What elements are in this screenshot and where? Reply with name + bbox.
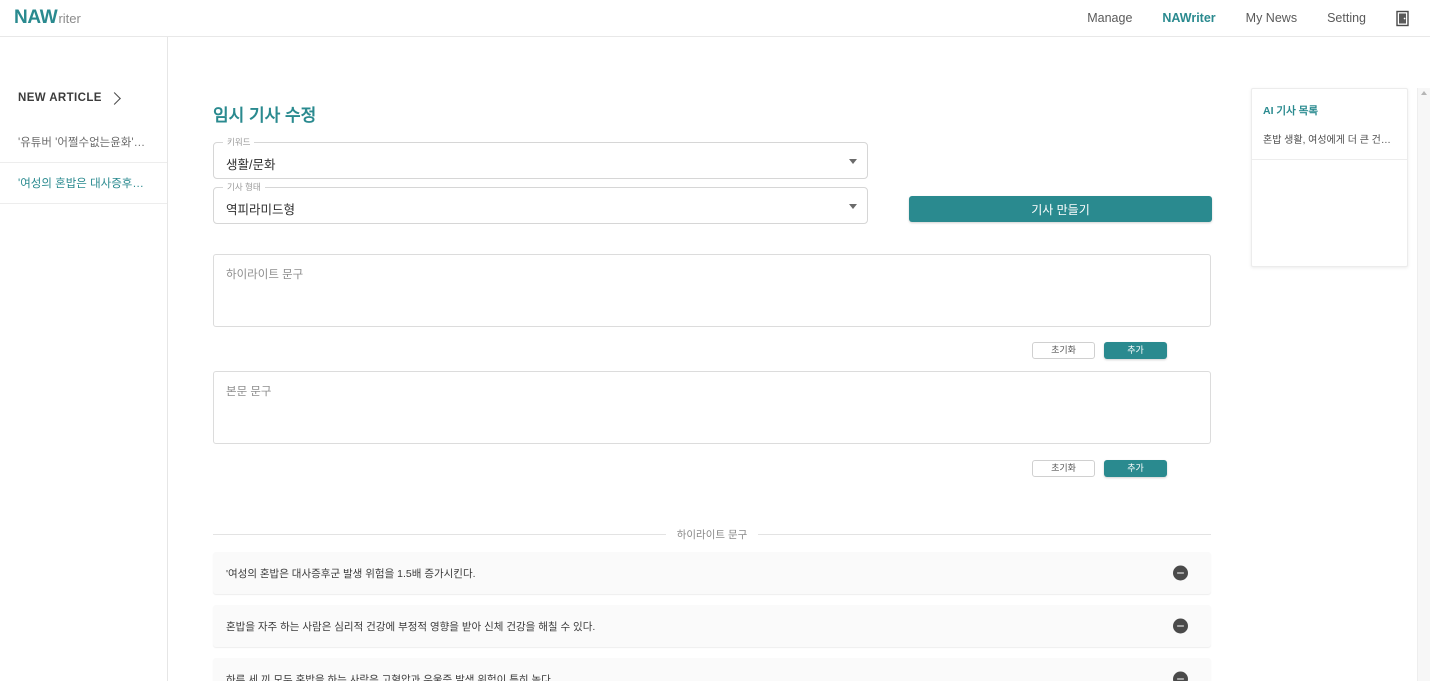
- page-title: 임시 기사 수정: [213, 106, 317, 125]
- highlight-textarea[interactable]: 하이라이트 문구: [213, 254, 1211, 327]
- nav-item-setting[interactable]: Setting: [1327, 11, 1366, 25]
- dropdown-arrow-icon: [849, 159, 857, 164]
- highlight-card-text: 하루 세 끼 모두 혼밥을 하는 사람은 고혈압과 우울증 발생 위험이 특히 …: [226, 673, 554, 681]
- body-reset-button[interactable]: 초기화: [1032, 460, 1095, 477]
- highlight-card-text: '여성의 혼밥은 대사증후군 발생 위험을 1.5배 증가시킨다.: [226, 567, 476, 580]
- body-textarea[interactable]: 본문 문구: [213, 371, 1211, 444]
- minus-circle-icon[interactable]: [1173, 565, 1188, 581]
- highlight-textarea-placeholder: 하이라이트 문구: [226, 269, 304, 281]
- body-textarea-placeholder: 본문 문구: [226, 386, 272, 398]
- article-type-select-value: 역피라미드형: [226, 203, 296, 217]
- article-list: '유튜버 '어쩔수없는윤화'가 논산 … '여성의 혼밥은 대사증후군 발생 …: [0, 122, 167, 204]
- logo-primary-text: NAW: [14, 7, 58, 28]
- highlight-card-list: '여성의 혼밥은 대사증후군 발생 위험을 1.5배 증가시킨다. 혼밥을 자주…: [213, 552, 1211, 681]
- nav-item-my-news[interactable]: My News: [1246, 11, 1297, 25]
- minus-circle-icon[interactable]: [1173, 671, 1188, 681]
- ai-article-list-item[interactable]: 혼밥 생활, 여성에게 더 큰 건…: [1252, 118, 1407, 160]
- ai-article-list-panel: AI 기사 목록 혼밥 생활, 여성에게 더 큰 건…: [1251, 88, 1408, 267]
- highlight-card: 하루 세 끼 모두 혼밥을 하는 사람은 고혈압과 우울증 발생 위험이 특히 …: [213, 658, 1211, 681]
- highlight-add-button[interactable]: 추가: [1104, 342, 1167, 359]
- divider-line-left: [213, 534, 666, 535]
- new-article-button[interactable]: NEW ARTICLE: [0, 37, 167, 105]
- ai-article-list-title: AI 기사 목록: [1263, 105, 1318, 117]
- create-article-button[interactable]: 기사 만들기: [909, 196, 1212, 222]
- divider-label: 하이라이트 문구: [676, 529, 748, 541]
- sidebar-article-item-1[interactable]: '유튜버 '어쩔수없는윤화'가 논산 …: [0, 122, 167, 163]
- dropdown-arrow-icon: [849, 204, 857, 209]
- top-navigation-bar: NAW riter Manage NAWriter My News Settin…: [0, 0, 1430, 37]
- highlight-card-text: 혼밥을 자주 하는 사람은 심리적 건강에 부정적 영향을 받아 신체 건강을 …: [226, 620, 596, 633]
- highlight-card: 혼밥을 자주 하는 사람은 심리적 건강에 부정적 영향을 받아 신체 건강을 …: [213, 605, 1211, 647]
- keyword-select-value: 생활/문화: [226, 158, 276, 172]
- app-logo[interactable]: NAW riter: [14, 7, 81, 29]
- highlight-section-divider: 하이라이트 문구: [213, 527, 1212, 542]
- highlight-card: '여성의 혼밥은 대사증후군 발생 위험을 1.5배 증가시킨다.: [213, 552, 1211, 594]
- keyword-select-label: 키워드: [223, 137, 255, 147]
- exit-door-icon[interactable]: [1396, 10, 1412, 27]
- sidebar-article-item-2[interactable]: '여성의 혼밥은 대사증후군 발생 …: [0, 163, 167, 204]
- body-add-button[interactable]: 추가: [1104, 460, 1167, 477]
- page-scrollbar[interactable]: [1417, 88, 1430, 681]
- highlight-button-row: 초기화 추가: [1032, 342, 1167, 359]
- main-content: 임시 기사 수정 키워드 생활/문화 기사 형태 역피라미드형 기사 만들기 하…: [168, 37, 1250, 681]
- article-type-select-label: 기사 형태: [223, 182, 265, 192]
- new-article-label: NEW ARTICLE: [18, 92, 102, 104]
- logo-secondary-text: riter: [58, 11, 81, 26]
- keyword-select[interactable]: 키워드 생활/문화: [213, 137, 868, 179]
- article-type-select[interactable]: 기사 형태 역피라미드형: [213, 182, 868, 224]
- chevron-right-icon: [107, 91, 121, 105]
- highlight-reset-button[interactable]: 초기화: [1032, 342, 1095, 359]
- nav-item-manage[interactable]: Manage: [1087, 11, 1132, 25]
- scroll-up-arrow-icon[interactable]: [1421, 91, 1427, 95]
- nav-links: Manage NAWriter My News Setting: [1087, 10, 1418, 27]
- minus-circle-icon[interactable]: [1173, 618, 1188, 634]
- left-sidebar: NEW ARTICLE '유튜버 '어쩔수없는윤화'가 논산 … '여성의 혼밥…: [0, 37, 168, 681]
- body-button-row: 초기화 추가: [1032, 460, 1167, 477]
- divider-line-right: [758, 534, 1212, 535]
- nav-item-nawriter[interactable]: NAWriter: [1162, 11, 1215, 25]
